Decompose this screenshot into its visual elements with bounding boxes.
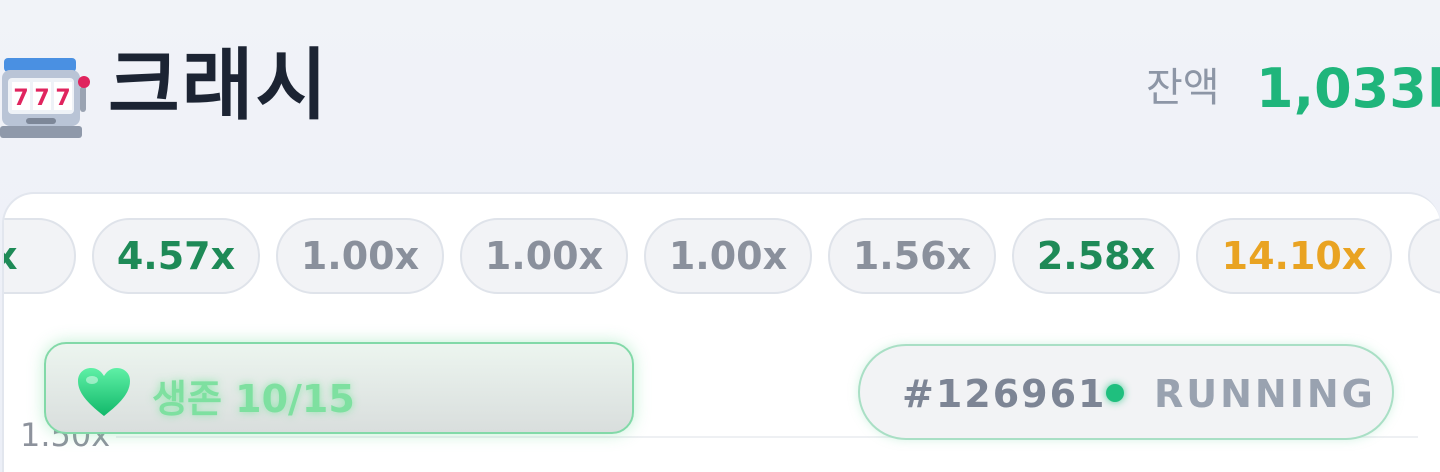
survival-counter: 생존 10/15 xyxy=(44,342,634,434)
round-status-pill: #126961 RUNNING xyxy=(858,344,1394,440)
history-chip[interactable]: 1.00x xyxy=(460,218,628,294)
balance-label: 잔액 xyxy=(1146,65,1220,111)
svg-text:7: 7 xyxy=(34,86,49,111)
round-status: RUNNING xyxy=(1154,372,1376,416)
header: 7 7 7 크래시 잔액 1,033P xyxy=(0,0,1440,190)
history-chip[interactable]: 14.10x xyxy=(1196,218,1392,294)
history-chip[interactable]: 4.57x xyxy=(92,218,260,294)
svg-text:7: 7 xyxy=(55,86,70,111)
history-chip[interactable]: 1.00x xyxy=(276,218,444,294)
round-id: #126961 xyxy=(902,372,1107,416)
balance-value: 1,033P xyxy=(1256,57,1440,120)
history-chip[interactable]: 4x xyxy=(4,218,76,294)
history-chip[interactable] xyxy=(1408,218,1440,294)
history-chip[interactable]: 2.58x xyxy=(1012,218,1180,294)
history-chip[interactable]: 1.56x xyxy=(828,218,996,294)
slot-machine-icon: 7 7 7 xyxy=(0,52,92,140)
history-chip[interactable]: 1.00x xyxy=(644,218,812,294)
status-dot-icon xyxy=(1106,384,1124,402)
survival-text: 생존 10/15 xyxy=(152,377,355,421)
green-heart-icon xyxy=(76,366,132,418)
history-strip[interactable]: 4x 4.57x 1.00x 1.00x 1.00x 1.56x 2.58x 1… xyxy=(4,218,1440,296)
svg-text:7: 7 xyxy=(13,86,28,111)
page-title: 크래시 xyxy=(108,41,330,131)
